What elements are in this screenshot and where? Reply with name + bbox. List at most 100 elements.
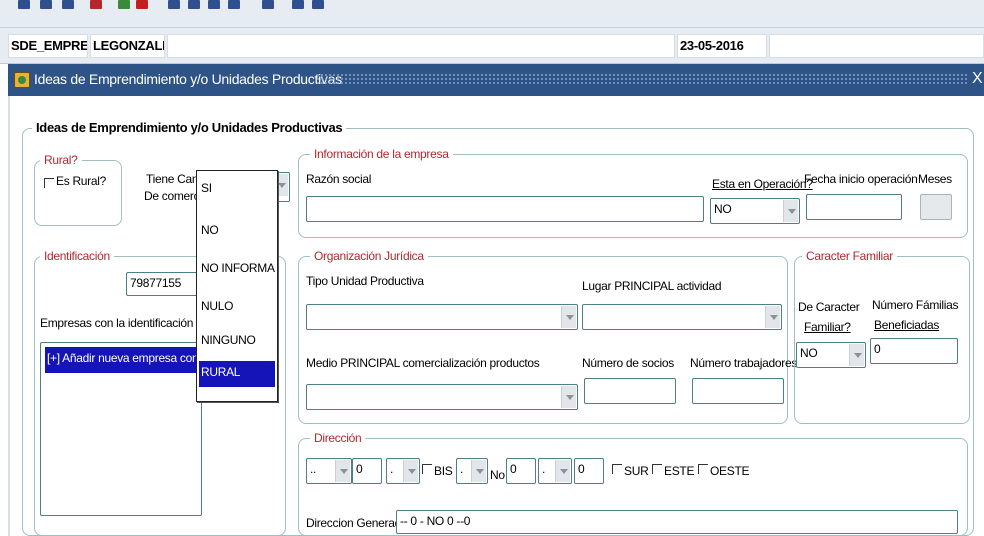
- tipo-unidad-select[interactable]: [306, 304, 578, 330]
- previous-record-icon[interactable]: [188, 0, 200, 9]
- main-group-legend: Ideas de Emprendimiento y/o Unidades Pro…: [32, 120, 347, 135]
- list-icon[interactable]: [262, 0, 274, 9]
- dropdown-option-si[interactable]: SI: [199, 177, 275, 203]
- no-label: No: [490, 468, 505, 482]
- razon-social-input[interactable]: [306, 196, 704, 222]
- numero-3-input[interactable]: 0: [574, 458, 604, 484]
- chevron-down-icon[interactable]: [783, 200, 798, 222]
- identificacion-input[interactable]: 79877155: [126, 272, 204, 296]
- es-rural-checkbox[interactable]: [44, 178, 54, 188]
- dropdown-option-rural[interactable]: RURAL: [199, 361, 275, 387]
- fecha-inicio-input[interactable]: [806, 194, 902, 220]
- familias-input[interactable]: 0: [870, 338, 958, 364]
- dropdown-option-ninguno[interactable]: NINGUNO: [199, 329, 275, 355]
- letra-3-value: .: [542, 462, 546, 476]
- este-checkbox[interactable]: [652, 464, 662, 474]
- socios-input[interactable]: [584, 378, 676, 404]
- edit-icon[interactable]: [292, 0, 304, 9]
- last-record-icon[interactable]: [228, 0, 240, 9]
- direccion-legend: Dirección: [310, 431, 366, 445]
- fecha-inicio-label: Fecha inicio operación: [804, 172, 918, 186]
- razon-social-label: Razón social: [306, 172, 372, 186]
- clear-icon[interactable]: [90, 0, 102, 9]
- operacion-label: Esta en Operación?: [712, 177, 813, 191]
- familias-label-1: Número Fámilias: [872, 298, 959, 312]
- save-icon[interactable]: [18, 0, 30, 9]
- chevron-down-icon[interactable]: [471, 460, 486, 482]
- chevron-down-icon[interactable]: [335, 460, 350, 482]
- caracter-value: NO: [800, 346, 818, 360]
- context-spacer-field: [167, 34, 675, 58]
- chevron-down-icon[interactable]: [555, 460, 570, 482]
- chevron-down-icon[interactable]: [849, 344, 864, 366]
- caracter-select[interactable]: NO: [796, 342, 866, 368]
- sur-checkbox[interactable]: [612, 464, 622, 474]
- operacion-select[interactable]: NO: [710, 198, 800, 224]
- window-title: Ideas de Emprendimiento y/o Unidades Pro…: [34, 71, 342, 87]
- help-icon[interactable]: [312, 0, 324, 9]
- numero-2-input[interactable]: 0: [506, 458, 536, 484]
- lugar-select[interactable]: [582, 304, 782, 330]
- info-empresa-legend: Información de la empresa: [310, 147, 453, 161]
- dropdown-option-nulo[interactable]: NULO: [199, 295, 275, 321]
- caracter-label-2: Familiar?: [804, 320, 851, 334]
- empresas-label: Empresas con la identificación dad: [40, 316, 216, 330]
- titlebar-pattern: [316, 73, 968, 86]
- rural-group: [34, 160, 122, 226]
- dropdown-option-no[interactable]: NO: [199, 219, 275, 245]
- dropdown-popup[interactable]: SI NO NO INFORMA NULO NINGUNO RURAL: [196, 170, 278, 402]
- letra-1-value: .: [390, 462, 394, 476]
- letra-2-value: .: [460, 462, 464, 476]
- next-record-icon[interactable]: [208, 0, 220, 9]
- delete-icon[interactable]: [136, 0, 148, 9]
- bis-label: BIS: [434, 464, 453, 478]
- chevron-down-icon[interactable]: [403, 460, 418, 482]
- tipo-via-value: ..: [310, 462, 317, 476]
- medio-select[interactable]: [306, 384, 578, 410]
- este-label: ESTE: [664, 464, 695, 478]
- operacion-value: NO: [714, 202, 732, 216]
- close-icon[interactable]: X: [972, 70, 983, 88]
- trabajadores-input[interactable]: [692, 378, 784, 404]
- context-extra-field: [769, 34, 984, 58]
- bis-checkbox[interactable]: [422, 464, 432, 474]
- rural-legend: Rural?: [40, 153, 82, 167]
- grid-icon[interactable]: [62, 0, 74, 9]
- direccion-generada-input[interactable]: -- 0 - NO 0 --0: [396, 510, 958, 534]
- chevron-down-icon[interactable]: [561, 306, 576, 328]
- meses-label: Meses: [918, 172, 952, 186]
- tipo-via-select[interactable]: ..: [306, 458, 352, 484]
- list-item[interactable]: [+] Añadir nueva empresa con es: [45, 347, 203, 373]
- empresas-list[interactable]: [+] Añadir nueva empresa con es: [40, 342, 203, 516]
- socios-label: Número de socios: [582, 356, 674, 370]
- print-icon[interactable]: [40, 0, 52, 9]
- chevron-down-icon[interactable]: [561, 386, 576, 408]
- es-rural-label: Es Rural?: [56, 174, 106, 188]
- context-bar: SDE_EMPRES/ LEGONZALEZ 23-05-2016: [0, 28, 984, 64]
- letra-3-select[interactable]: .: [538, 458, 572, 484]
- familias-label-2: Beneficiadas: [874, 318, 940, 332]
- trabajadores-label: Número trabajadores: [690, 356, 798, 370]
- date-field: 23-05-2016: [677, 34, 767, 58]
- caracter-label-1: De Caracter: [798, 300, 860, 314]
- window-titlebar[interactable]: Ideas de Emprendimiento y/o Unidades Pro…: [8, 64, 984, 96]
- dropdown-option-no-informa[interactable]: NO INFORMA: [199, 257, 275, 283]
- chevron-down-icon[interactable]: [765, 306, 780, 328]
- letra-2-select[interactable]: .: [456, 458, 488, 484]
- toolbar: [0, 0, 984, 28]
- insert-icon[interactable]: [118, 0, 130, 9]
- user-field: LEGONZALEZ: [90, 34, 165, 58]
- direccion-generada-label: Direccion Generada: [306, 516, 408, 530]
- schema-field: SDE_EMPRES/: [8, 34, 88, 58]
- numero-1-input[interactable]: 0: [352, 458, 382, 484]
- sur-label: SUR: [624, 464, 649, 478]
- familiar-legend: Caracter Familiar: [802, 249, 897, 263]
- app-icon: [14, 72, 30, 88]
- medio-label: Medio PRINCIPAL comercialización product…: [306, 356, 540, 370]
- organizacion-legend: Organización Jurídica: [310, 249, 428, 263]
- letra-1-select[interactable]: .: [386, 458, 420, 484]
- oeste-checkbox[interactable]: [698, 464, 708, 474]
- lugar-label: Lugar PRINCIPAL actividad: [582, 279, 722, 293]
- first-record-icon[interactable]: [168, 0, 180, 9]
- tipo-unidad-label: Tipo Unidad Productiva: [306, 274, 424, 288]
